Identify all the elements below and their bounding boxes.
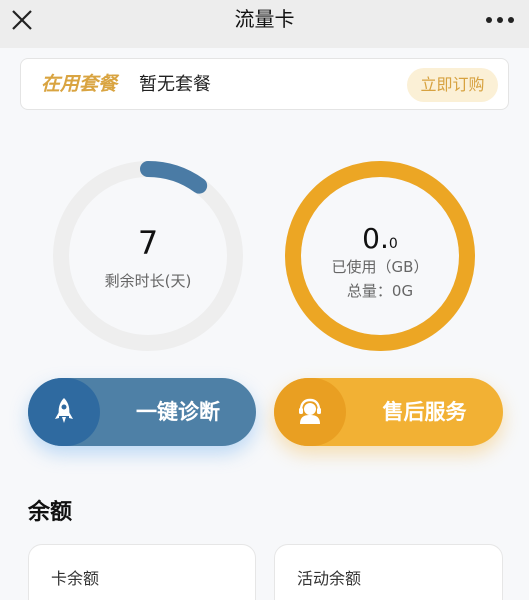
remaining-days-value: 7	[137, 224, 159, 262]
promo-balance-card[interactable]: 活动余额	[274, 544, 503, 600]
page-title: 流量卡	[234, 7, 295, 31]
headset-agent-icon	[299, 398, 321, 424]
balance-section-title: 余额	[28, 500, 73, 525]
diagnose-button[interactable]: 一键诊断	[28, 378, 256, 446]
subscribe-button[interactable]: 立即订购	[407, 68, 498, 102]
rocket-icon	[55, 398, 73, 423]
data-used-value: 0.0	[282, 222, 478, 255]
data-used-value-small: 0	[388, 236, 398, 252]
card-balance-label: 卡余额	[51, 569, 100, 588]
service-icon-circle	[274, 378, 346, 446]
package-label: 在用套餐	[41, 73, 118, 95]
diagnose-icon-circle	[28, 378, 100, 446]
more-dots-icon[interactable]	[483, 8, 517, 32]
data-used-value-main: 0.	[362, 222, 389, 255]
nav-bar: 流量卡	[0, 0, 529, 48]
remaining-days-ring: 7 剩余时长(天)	[50, 158, 246, 354]
card-balance-card[interactable]: 卡余额	[28, 544, 256, 600]
package-value: 暂无套餐	[139, 74, 211, 95]
data-total-label: 总量：0G	[346, 282, 414, 300]
diagnose-label: 一键诊断	[136, 400, 220, 424]
data-used-label: 已使用（GB）	[331, 258, 429, 276]
data-usage-ring: 0.0 已使用（GB） 总量：0G	[282, 158, 478, 354]
promo-balance-label: 活动余额	[297, 569, 362, 588]
after-sales-service-button[interactable]: 售后服务	[274, 378, 503, 446]
remaining-days-label: 剩余时长(天)	[104, 272, 192, 290]
service-label: 售后服务	[382, 400, 467, 424]
current-package-bar: 在用套餐 暂无套餐 立即订购	[20, 58, 509, 110]
